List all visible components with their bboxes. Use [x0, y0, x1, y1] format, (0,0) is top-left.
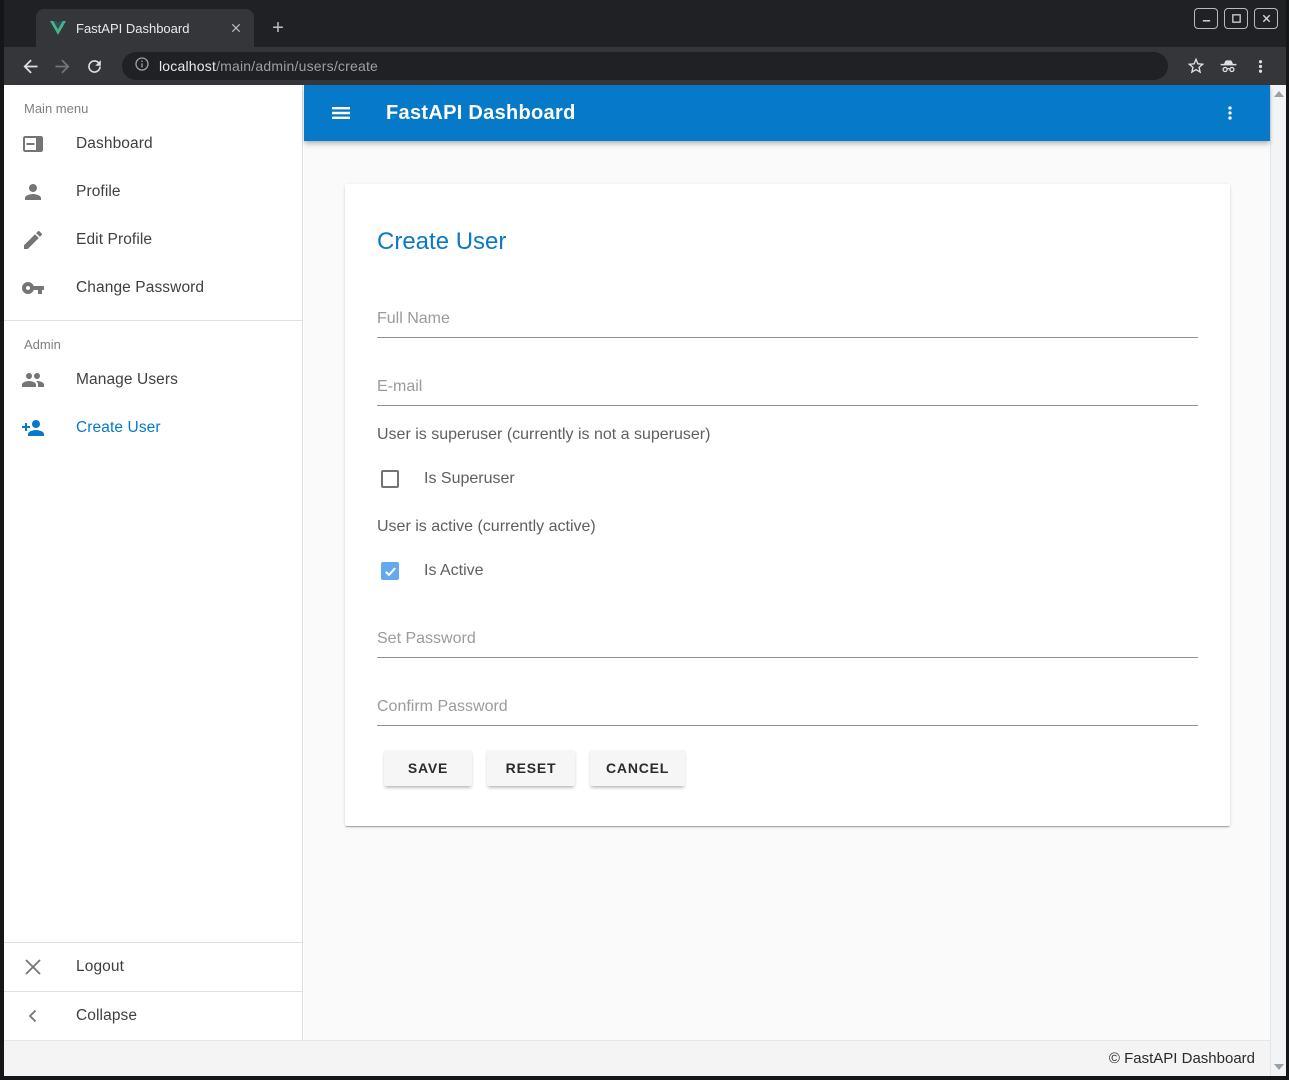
- sidebar-item-label: Profile: [76, 183, 121, 201]
- chevron-left-icon: [21, 1004, 45, 1028]
- page-footer: © FastAPI Dashboard: [4, 1040, 1270, 1076]
- appbar-title: FastAPI Dashboard: [386, 102, 1218, 125]
- appbar-overflow-menu-icon[interactable]: [1218, 101, 1242, 125]
- sidebar-item-dashboard[interactable]: Dashboard: [4, 120, 302, 168]
- cancel-button[interactable]: CANCEL: [590, 750, 685, 786]
- url-path: /main/admin/users/create: [216, 58, 378, 74]
- confirm-password-field[interactable]: Confirm Password: [377, 696, 1198, 726]
- sidebar-item-logout[interactable]: Logout: [4, 943, 302, 991]
- group-icon: [21, 368, 45, 392]
- create-user-card: Create User Full Name E-mail User is sup…: [345, 184, 1230, 826]
- checkbox-label: Is Superuser: [424, 470, 515, 488]
- url-host: localhost: [159, 58, 216, 74]
- reset-button[interactable]: RESET: [487, 750, 575, 786]
- is-superuser-checkbox[interactable]: Is Superuser: [381, 470, 515, 488]
- vue-logo-icon: [50, 20, 66, 36]
- tab-title: FastAPI Dashboard: [76, 21, 228, 36]
- sidebar-bottom: Logout Collapse: [4, 942, 302, 1040]
- sidebar-item-label: Manage Users: [76, 371, 178, 389]
- sidebar-item-profile[interactable]: Profile: [4, 168, 302, 216]
- full-name-field[interactable]: Full Name: [377, 308, 1198, 338]
- sidebar-item-collapse[interactable]: Collapse: [4, 992, 302, 1040]
- confirm-password-placeholder: Confirm Password: [377, 696, 1198, 725]
- bookmark-star-icon[interactable]: [1180, 50, 1212, 82]
- sidebar-item-change-password[interactable]: Change Password: [4, 264, 302, 312]
- set-password-field[interactable]: Set Password: [377, 628, 1198, 658]
- checkbox-label: Is Active: [424, 562, 484, 580]
- sidebar-item-label: Collapse: [76, 1007, 137, 1025]
- hamburger-menu-icon[interactable]: [329, 101, 353, 125]
- person-add-icon: [21, 416, 45, 440]
- window-maximize-button[interactable]: [1224, 8, 1248, 29]
- scrollbar-down-arrow[interactable]: [1274, 1064, 1284, 1070]
- copyright-text: © FastAPI Dashboard: [1109, 1050, 1255, 1067]
- is-active-checkbox[interactable]: Is Active: [381, 562, 484, 580]
- sidebar-section-admin: Admin: [4, 321, 302, 356]
- url-bar[interactable]: localhost/main/admin/users/create: [122, 52, 1168, 80]
- browser-window: FastAPI Dashboard +: [0, 0, 1289, 1080]
- browser-tab[interactable]: FastAPI Dashboard: [36, 9, 254, 47]
- window-close-button[interactable]: [1254, 8, 1278, 29]
- browser-toolbar: localhost/main/admin/users/create: [4, 47, 1286, 85]
- full-name-placeholder: Full Name: [377, 308, 1198, 337]
- active-note: User is active (currently active): [377, 518, 596, 536]
- tab-close-icon[interactable]: [228, 20, 244, 36]
- page-title: Create User: [377, 228, 506, 256]
- forward-button[interactable]: [46, 50, 78, 82]
- pencil-icon: [21, 228, 45, 252]
- sidebar-item-label: Edit Profile: [76, 231, 152, 249]
- sidebar-item-label: Logout: [76, 958, 124, 976]
- window-minimize-button[interactable]: [1194, 8, 1218, 29]
- set-password-placeholder: Set Password: [377, 628, 1198, 657]
- page-scrollbar[interactable]: [1270, 85, 1286, 1076]
- page-content: Create User Full Name E-mail User is sup…: [304, 141, 1270, 1040]
- incognito-icon: [1212, 50, 1244, 82]
- checkbox-unchecked-icon: [381, 470, 399, 488]
- main-area: FastAPI Dashboard Create User Full Name …: [304, 85, 1270, 1040]
- url-text: localhost/main/admin/users/create: [159, 58, 378, 74]
- dashboard-icon: [21, 132, 45, 156]
- sidebar-section-main-menu: Main menu: [4, 85, 302, 120]
- checkbox-checked-icon: [381, 562, 399, 580]
- key-icon: [21, 276, 45, 300]
- sidebar-item-label: Dashboard: [76, 135, 153, 153]
- save-button[interactable]: SAVE: [384, 750, 472, 786]
- sidebar-item-edit-profile[interactable]: Edit Profile: [4, 216, 302, 264]
- reload-button[interactable]: [78, 50, 110, 82]
- form-actions: SAVE RESET CANCEL: [384, 750, 685, 786]
- new-tab-button[interactable]: +: [266, 16, 290, 40]
- close-icon: [21, 955, 45, 979]
- site-info-icon[interactable]: [134, 56, 150, 77]
- sidebar-item-create-user[interactable]: Create User: [4, 404, 302, 452]
- scrollbar-up-arrow[interactable]: [1274, 91, 1284, 97]
- app-bar: FastAPI Dashboard: [304, 85, 1270, 141]
- window-controls: [1194, 8, 1278, 29]
- sidebar-item-manage-users[interactable]: Manage Users: [4, 356, 302, 404]
- person-icon: [21, 180, 45, 204]
- browser-tab-strip: FastAPI Dashboard +: [4, 0, 1286, 47]
- superuser-note: User is superuser (currently is not a su…: [377, 426, 710, 444]
- browser-menu-icon[interactable]: [1244, 50, 1276, 82]
- email-field[interactable]: E-mail: [377, 376, 1198, 406]
- sidebar: Main menu Dashboard Profile Edit Profile: [4, 85, 303, 1040]
- sidebar-item-label: Create User: [76, 419, 161, 437]
- sidebar-item-label: Change Password: [76, 279, 204, 297]
- email-placeholder: E-mail: [377, 376, 1198, 405]
- back-button[interactable]: [14, 50, 46, 82]
- page-viewport: Main menu Dashboard Profile Edit Profile: [4, 85, 1286, 1076]
